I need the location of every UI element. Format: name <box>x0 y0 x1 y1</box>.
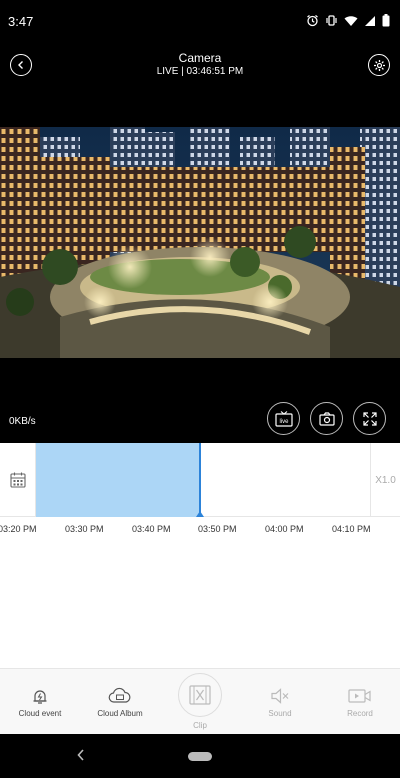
time-tick: 04:10 PM <box>332 524 371 534</box>
video-record-icon <box>348 689 371 703</box>
time-tick: 04:00 PM <box>265 524 304 534</box>
page-title: Camera <box>178 51 222 65</box>
sound-label: Sound <box>268 709 292 718</box>
cloud-event-button[interactable]: Cloud event <box>10 669 70 735</box>
calendar-icon <box>9 472 26 488</box>
wifi-icon <box>344 15 358 26</box>
status-bar: 3:47 <box>0 0 400 44</box>
clip-circle <box>178 673 222 717</box>
mute-icon <box>271 688 289 704</box>
snapshot-button[interactable] <box>310 402 343 435</box>
nav-home-icon[interactable] <box>188 752 212 761</box>
night-courtyard-scene <box>0 127 400 358</box>
bell-icon <box>33 690 47 704</box>
live-icon-text: live <box>279 419 289 425</box>
signal-icon <box>365 15 375 26</box>
alarm-icon <box>307 15 318 27</box>
time-tick: 03:40 PM <box>132 524 171 534</box>
calendar-button[interactable] <box>0 443 36 517</box>
cloud-album-button[interactable]: Cloud Album <box>88 669 152 735</box>
bottom-toolbar: Cloud event Cloud Album Clip Sound Recor… <box>0 668 400 734</box>
bitrate-indicator: 0KB/s <box>9 416 36 427</box>
time-tick: 03:30 PM <box>65 524 104 534</box>
camera-icon <box>318 411 335 426</box>
playhead-cursor[interactable] <box>199 443 201 515</box>
playhead-marker[interactable] <box>196 511 204 517</box>
playback-speed[interactable]: X1.0 <box>370 443 400 517</box>
nav-back-button[interactable] <box>76 748 86 767</box>
gear-icon <box>373 59 385 71</box>
system-nav-bar <box>0 734 400 778</box>
record-button[interactable]: Record <box>330 669 390 735</box>
status-time: 3:47 <box>8 14 34 29</box>
playback-speed-label: X1.0 <box>375 474 396 486</box>
vibrate-icon <box>326 15 337 26</box>
settings-button[interactable] <box>368 54 390 76</box>
cloud-album-label: Cloud Album <box>97 709 143 718</box>
timeline-track[interactable]: X1.0 <box>0 443 400 517</box>
clip-button[interactable]: Clip <box>170 669 230 735</box>
time-tick: 03:50 PM <box>198 524 237 534</box>
timeline-panel: X1.0 03:20 PM 03:30 PM 03:40 PM 03:50 PM… <box>0 443 400 668</box>
live-timestamp: LIVE | 03:46:51 PM <box>156 66 244 77</box>
fullscreen-button[interactable] <box>353 402 386 435</box>
film-clip-icon <box>189 685 211 705</box>
battery-icon <box>382 14 390 27</box>
live-icon: live <box>274 410 293 427</box>
status-icons <box>306 14 390 27</box>
camera-video-feed[interactable] <box>0 127 400 358</box>
expand-icon <box>362 411 377 426</box>
sound-button[interactable]: Sound <box>250 669 310 735</box>
header: Camera LIVE | 03:46:51 PM <box>0 44 400 88</box>
live-button[interactable]: live <box>267 402 300 435</box>
recorded-segment[interactable] <box>36 443 200 517</box>
time-tick: 03:20 PM <box>0 524 37 534</box>
clip-label: Clip <box>193 721 207 730</box>
cloud-event-label: Cloud event <box>18 709 62 718</box>
nav-back-icon <box>77 749 84 761</box>
record-label: Record <box>347 709 373 718</box>
cloud-icon <box>108 687 131 703</box>
